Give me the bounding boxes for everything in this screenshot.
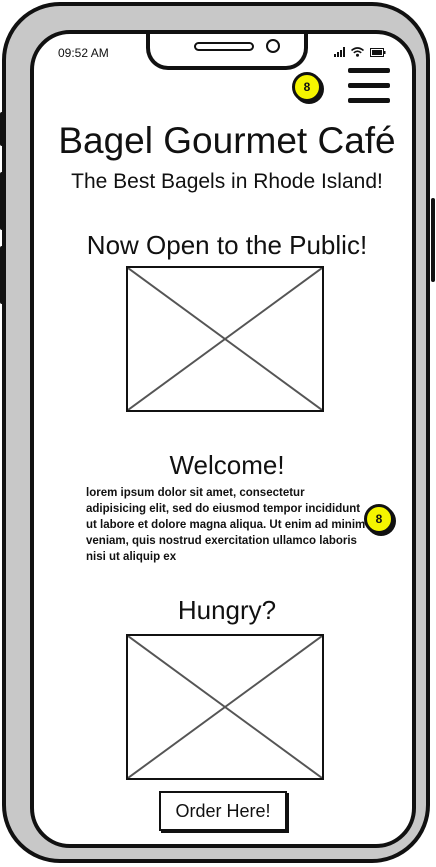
hungry-heading: Hungry? bbox=[177, 595, 277, 625]
signal-icon bbox=[334, 47, 345, 57]
battery-icon bbox=[370, 48, 386, 57]
camera-icon bbox=[266, 39, 280, 53]
welcome-heading: Welcome! bbox=[169, 450, 285, 480]
image-placeholder-icon bbox=[126, 634, 324, 780]
welcome-badge: 8 bbox=[364, 504, 394, 534]
header-badge: 8 bbox=[292, 72, 322, 102]
wifi-icon bbox=[351, 47, 364, 57]
phone-frame: 09:52 AM 8 Bagel Gourmet Café The Best B… bbox=[2, 2, 430, 863]
speaker-icon bbox=[194, 42, 254, 51]
open-heading: Now Open to the Public! bbox=[86, 230, 368, 260]
status-icons bbox=[334, 47, 386, 57]
page-subtitle: The Best Bagels in Rhode Island! bbox=[71, 170, 383, 193]
phone-screen: 09:52 AM 8 Bagel Gourmet Café The Best B… bbox=[30, 30, 416, 848]
power-button bbox=[431, 198, 435, 282]
page-title: Bagel Gourmet Café bbox=[58, 120, 396, 161]
order-button[interactable]: Order Here! bbox=[159, 791, 287, 831]
phone-notch bbox=[146, 34, 308, 70]
menu-icon[interactable] bbox=[348, 68, 390, 104]
image-placeholder-icon bbox=[126, 266, 324, 412]
status-time: 09:52 AM bbox=[58, 46, 109, 60]
welcome-text: lorem ipsum dolor sit amet, consectetur … bbox=[86, 487, 366, 563]
